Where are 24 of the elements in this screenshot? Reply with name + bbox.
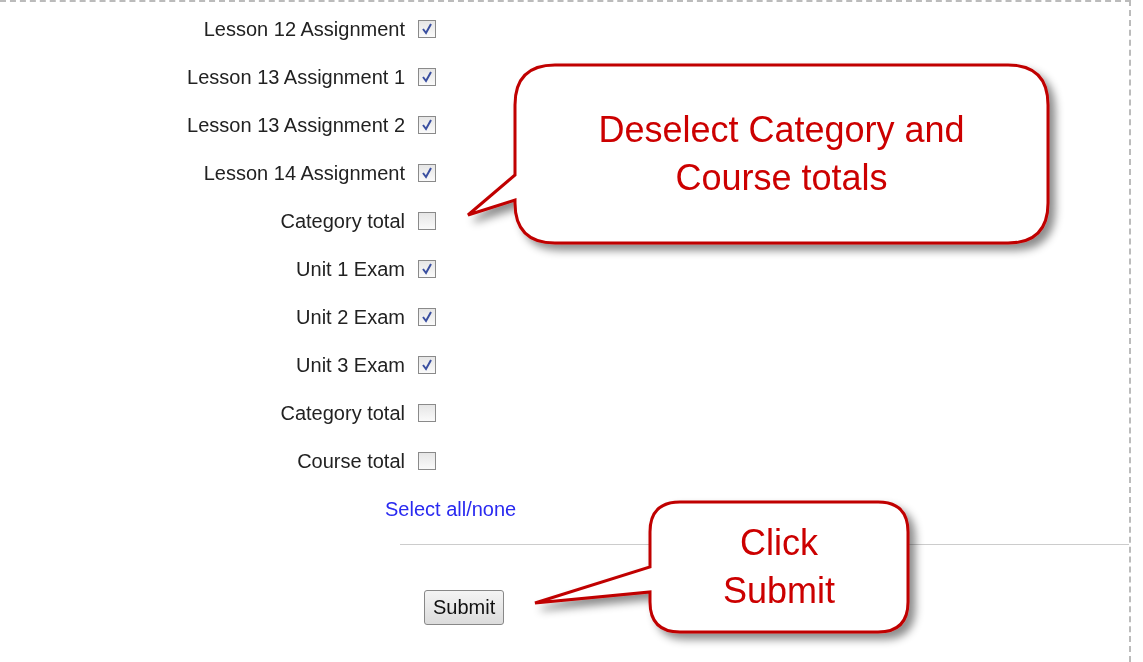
item-label: Unit 1 Exam [296,257,405,281]
checkbox[interactable] [418,20,436,38]
item-label: Unit 3 Exam [296,353,405,377]
checkbox[interactable] [418,308,436,326]
checkbox[interactable] [418,212,436,230]
item-label: Lesson 12 Assignment [203,17,405,41]
callout-text: Deselect Category and Course totals [597,108,966,200]
item-label: Category total [280,401,405,425]
checkbox[interactable] [418,116,436,134]
checkbox[interactable] [418,260,436,278]
item-label: Lesson 13 Assignment 1 [187,65,405,89]
item-label: Lesson 13 Assignment 2 [187,113,405,137]
checkbox[interactable] [418,452,436,470]
item-label: Unit 2 Exam [296,305,405,329]
select-all-link[interactable]: Select all/none [385,497,517,521]
checkbox[interactable] [418,404,436,422]
checkbox[interactable] [418,68,436,86]
submit-button[interactable]: Submit [424,590,505,625]
callout-text: Click Submit [721,521,836,613]
checkbox[interactable] [418,164,436,182]
item-label: Lesson 14 Assignment [203,161,405,185]
item-label: Category total [280,209,405,233]
checkbox[interactable] [418,356,436,374]
item-label: Course total [297,449,405,473]
